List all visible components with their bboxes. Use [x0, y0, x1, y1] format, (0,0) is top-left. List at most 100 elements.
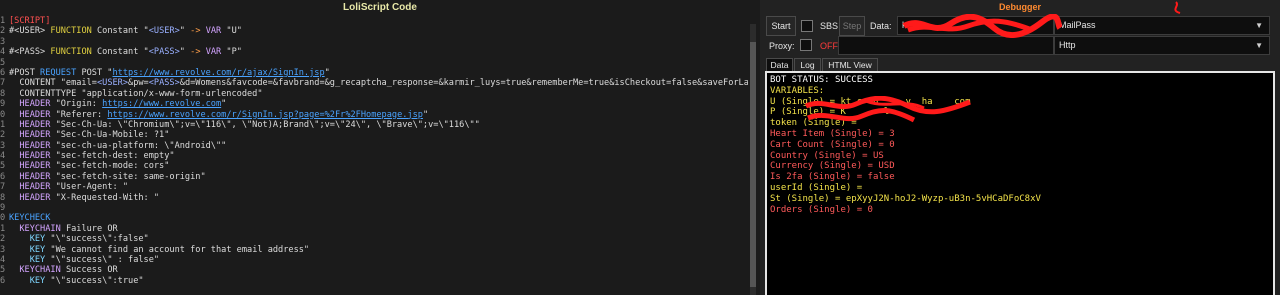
code-line[interactable]: 2 HEADER "Sec-Ch-Ua-Mobile: ?1" [0, 130, 748, 140]
code-line[interactable]: 7 HEADER "User-Agent: " [0, 182, 748, 192]
code-line[interactable]: 1 KEYCHAIN Failure OR [0, 224, 748, 234]
redaction-mark [1174, 1, 1181, 14]
code-line[interactable]: 5 HEADER "sec-fetch-mode: cors" [0, 161, 748, 171]
code-token: "sec-ch-ua-platform: \"Android\"" [50, 140, 227, 151]
proxy-input[interactable] [838, 36, 1054, 55]
code-token: KEY [29, 244, 46, 255]
code-line[interactable]: 5 [0, 58, 748, 68]
code-line[interactable]: 6 HEADER "sec-fetch-site: same-origin" [0, 172, 748, 182]
chevron-down-icon: ▼ [1255, 21, 1263, 30]
code-line[interactable]: 0 HEADER "Referer: https://www.revolve.c… [0, 110, 748, 120]
code-line[interactable]: 8 HEADER "X-Requested-With: " [0, 193, 748, 203]
code-line[interactable]: 2 KEY "\"success\":false" [0, 234, 748, 244]
code-token: " [324, 67, 330, 78]
tab-data[interactable]: Data [766, 58, 793, 71]
code-line[interactable]: 0 KEYCHECK [0, 213, 748, 223]
editor-scrollbar[interactable] [750, 24, 756, 295]
code-token: <PASS> [148, 78, 180, 89]
code-token: <USER> [96, 78, 129, 89]
code-token: "Sec-Ch-Ua: \"Chromium\";v=\"116\", \"No… [50, 119, 480, 130]
code-line[interactable]: 3 [0, 37, 748, 47]
line-number: 5 [0, 57, 6, 68]
code-line[interactable]: 4 KEY "\"success\" : false" [0, 255, 748, 265]
code-token: "\"success\":true" [45, 275, 144, 286]
code-token: -> [190, 26, 201, 37]
line-number: 0 [0, 213, 6, 224]
code-token: HEADER [19, 109, 51, 120]
tab-html-view[interactable]: HTML View [822, 58, 878, 71]
code-editor[interactable]: 1 [SCRIPT] 2 #<USER> FUNCTION Constant "<US… [0, 16, 748, 295]
output-line: St (Single) = epXyyJ2N-hoJ2-Wyzp-uB3n-5v… [770, 193, 1041, 204]
code-line[interactable]: 8 CONTENTTYPE "application/x-www-form-ur… [0, 89, 748, 99]
code-token: Success OR [60, 265, 118, 276]
code-token: FUNCTION [50, 26, 92, 37]
output-line: Orders (Single) = 0 [770, 204, 873, 215]
code-line[interactable]: 4 HEADER "sec-fetch-dest: empty" [0, 151, 748, 161]
code-token: KEY [29, 234, 46, 245]
code-token: "Sec-Ch-Ua-Mobile: ?1" [50, 130, 170, 141]
code-token: KEY [29, 254, 46, 265]
code-line[interactable]: 1 [SCRIPT] [0, 16, 748, 26]
code-token: HEADER [19, 192, 51, 203]
chevron-down-icon: ▼ [1255, 41, 1263, 50]
code-token: "sec-fetch-dest: empty" [50, 151, 175, 162]
code-panel-title: LoliScript Code [343, 2, 417, 13]
code-line[interactable]: 3 HEADER "sec-ch-ua-platform: \"Android\… [0, 141, 748, 151]
wordlist-type-select[interactable]: MailPass ▼ [1054, 16, 1270, 35]
line-number: 4 [0, 151, 6, 162]
code-line[interactable]: 1 HEADER "Sec-Ch-Ua: \"Chromium\";v=\"11… [0, 120, 748, 130]
code-line[interactable]: 4 #<PASS> FUNCTION Constant "<PASS>" -> V… [0, 47, 748, 57]
code-token: HEADER [19, 182, 51, 193]
code-token: <PASS> [148, 47, 180, 58]
code-token: HEADER [19, 99, 51, 110]
code-token: " [179, 26, 191, 37]
code-token: "X-Requested-With: " [50, 192, 160, 203]
code-token: CONTENT "email= [9, 78, 97, 89]
code-line[interactable]: 5 KEYCHAIN Success OR [0, 265, 748, 275]
code-line[interactable]: 6 #POST REQUEST POST "https://www.revolve… [0, 68, 748, 78]
code-token: "sec-fetch-mode: cors" [50, 161, 170, 172]
code-line[interactable]: 7 CONTENT "email=<USER>&pw=<PASS>&d=Wome… [0, 78, 748, 88]
line-number: 5 [0, 161, 6, 172]
step-button[interactable]: Step [839, 16, 865, 36]
line-number: 5 [0, 265, 6, 276]
code-token: KEYCHECK [9, 213, 51, 224]
code-token: "Referer: [50, 109, 108, 120]
data-label: Data: [870, 21, 892, 31]
code-line[interactable]: 3 KEY "We cannot find an account for tha… [0, 245, 748, 255]
line-number: 2 [0, 26, 6, 37]
proxy-type-select[interactable]: Http ▼ [1054, 36, 1270, 55]
line-number: 1 [0, 16, 6, 26]
line-number: 2 [0, 130, 6, 141]
code-panel: LoliScript Code 1 [SCRIPT] 2 #<USER> FUNCTI… [0, 0, 760, 295]
line-number: 3 [0, 36, 6, 47]
tab-log[interactable]: Log [794, 58, 821, 71]
code-token: Constant " [91, 47, 149, 58]
code-line[interactable]: 2 #<USER> FUNCTION Constant "<USER>" -> V… [0, 26, 748, 36]
line-number: 1 [0, 223, 6, 234]
code-line[interactable]: 9 HEADER "Origin: https://www.revolve.co… [0, 99, 748, 109]
output-line: Heart Item (Single) = 3 [770, 128, 895, 139]
sbs-checkbox[interactable] [801, 20, 813, 32]
code-token: "U" [221, 26, 242, 37]
code-line[interactable]: 6 KEY "\"success\":true" [0, 276, 748, 286]
code-token: HEADER [19, 140, 51, 151]
proxy-checkbox[interactable] [800, 39, 812, 51]
code-line[interactable]: 9 [0, 203, 748, 213]
code-token: Constant " [91, 26, 149, 37]
line-number: 3 [0, 244, 6, 255]
debugger-panel: Debugger Start SBS Step Data: k MailPass… [760, 0, 1280, 295]
editor-scrollbar-thumb[interactable] [750, 42, 756, 287]
line-number: 6 [0, 275, 6, 286]
code-token: #<PASS> [9, 47, 51, 58]
start-button[interactable]: Start [766, 16, 796, 36]
output-line: Currency (Single) = USD [770, 161, 895, 172]
